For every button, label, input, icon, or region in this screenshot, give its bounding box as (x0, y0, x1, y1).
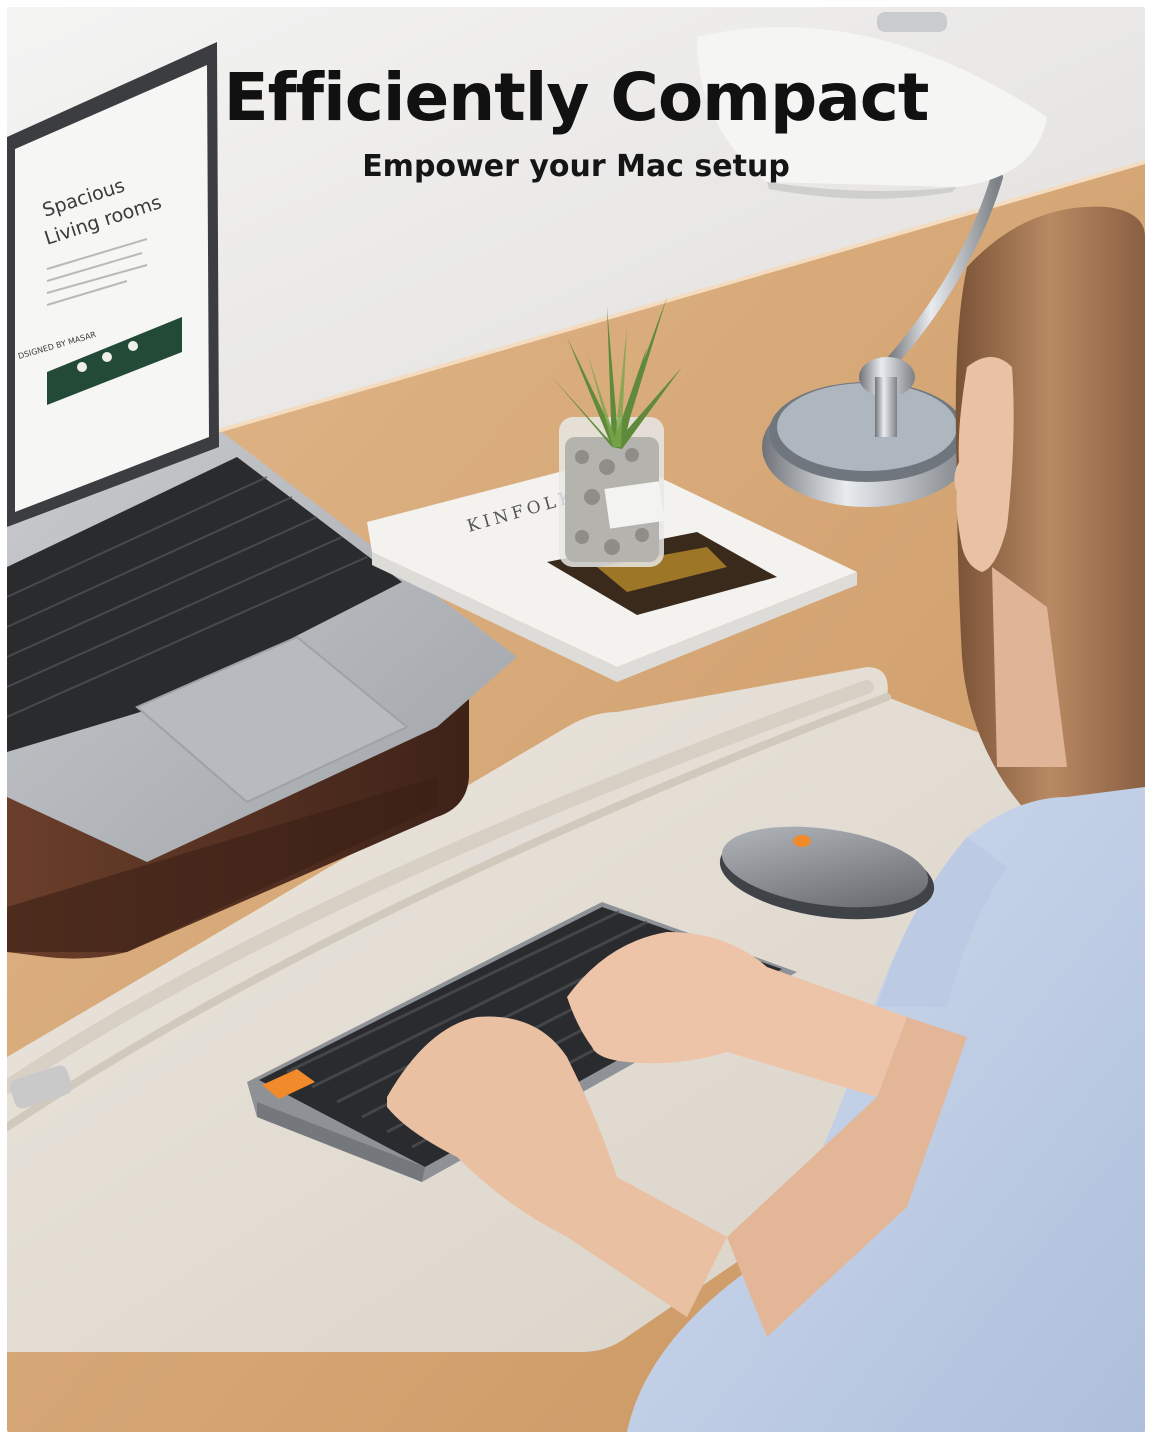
desk-scene: Spacious Living rooms DSIGNED BY MASAR K… (7, 7, 1145, 1432)
product-photo: Spacious Living rooms DSIGNED BY MASAR K… (7, 7, 1145, 1432)
page-subtitle: Empower your Mac setup (362, 149, 790, 184)
page-title: Efficiently Compact (223, 59, 930, 136)
mouse-scroll-wheel (793, 835, 811, 847)
